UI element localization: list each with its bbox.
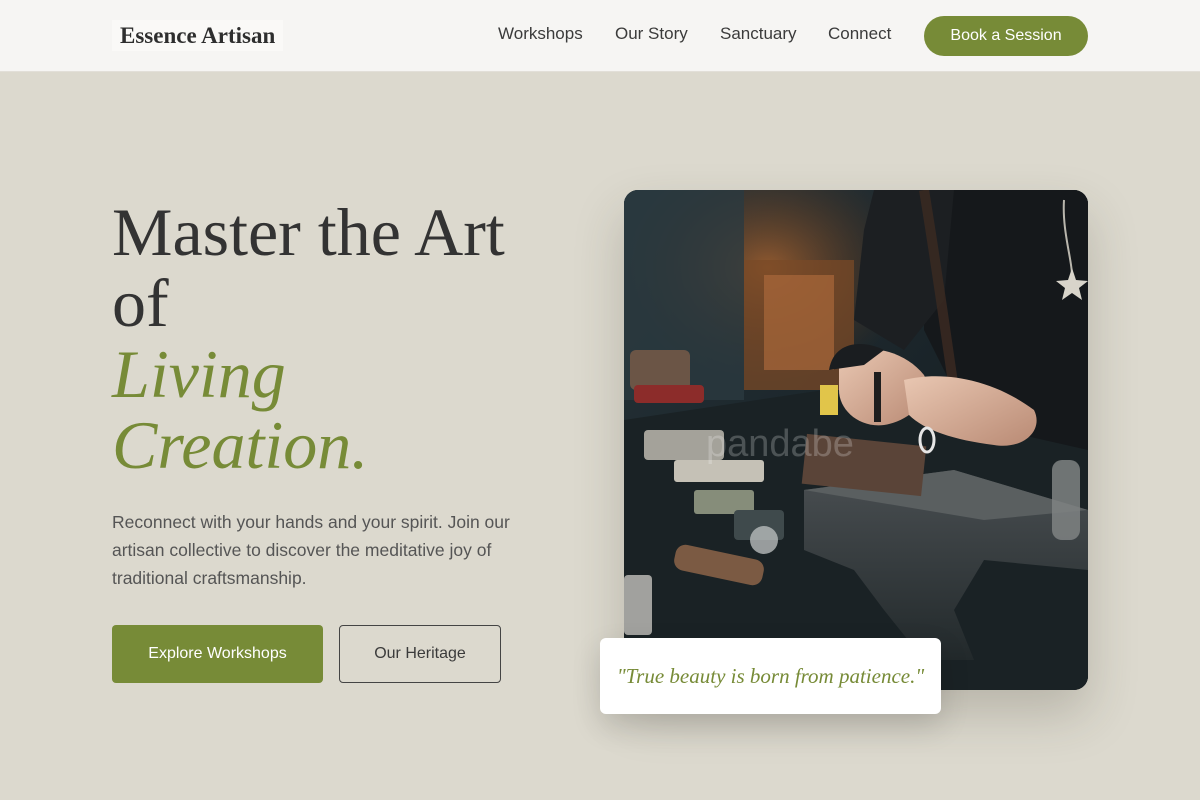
nav-link-our-story[interactable]: Our Story [615,24,688,44]
artisan-workbench-illustration: pandabe [624,190,1088,690]
hero-lead-text: Reconnect with your hands and your spiri… [112,512,510,588]
site-header: Essence Artisan Workshops Our Story Sanc… [0,0,1200,72]
explore-workshops-button[interactable]: Explore Workshops [112,625,323,683]
hero-image: pandabe [624,190,1088,690]
quote-card: "True beauty is born from patience." [600,638,941,714]
headline-accent-line-2: Creation. [112,407,369,483]
image-watermark: pandabe [706,423,854,465]
headline-line-1: Master the Art [112,194,505,270]
nav-link-sanctuary[interactable]: Sanctuary [720,24,797,44]
our-heritage-button[interactable]: Our Heritage [339,625,501,683]
nav-link-workshops[interactable]: Workshops [498,24,583,44]
quote-text: "True beauty is born from patience." [616,663,925,688]
headline-line-2: of [112,265,169,341]
book-session-button[interactable]: Book a Session [924,16,1088,56]
hero-headline: Master the Art of Living Creation. [112,197,572,481]
nav-link-connect[interactable]: Connect [828,24,891,44]
brand-logo[interactable]: Essence Artisan [112,20,284,51]
headline-accent-line-1: Living [112,336,286,412]
